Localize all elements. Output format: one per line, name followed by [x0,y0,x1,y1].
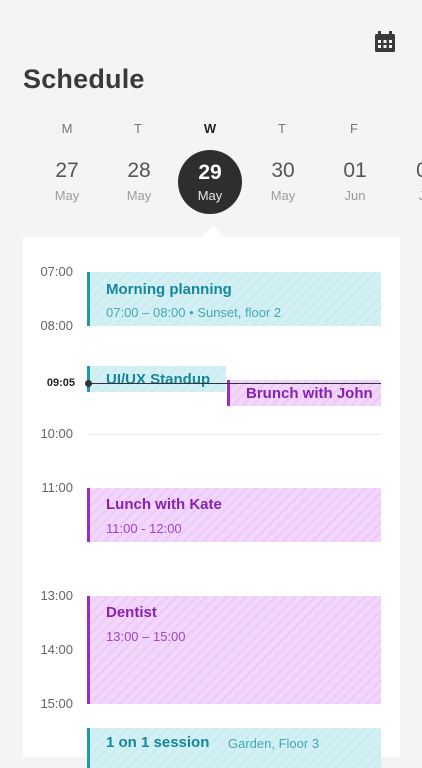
day-number: 29 [198,161,222,184]
weekday-label: M [61,121,73,136]
event-title: 1 on 1 session [106,734,210,751]
event-title: Lunch with Kate [106,496,222,513]
hour-divider [89,434,381,435]
current-time-dot [85,380,92,387]
hour-label: 10:00 [40,426,73,441]
day-item[interactable]: 7 y [0,150,26,214]
hour-label: 14:00 [40,642,73,657]
hour-label: 11:00 [41,480,73,495]
hour-label: 07:00 [40,264,73,279]
event-title: Morning planning [106,281,232,298]
current-time-label: 09:05 [46,377,75,389]
day-month: y [0,188,26,203]
weekday-label: T [278,121,286,136]
event-title: Brunch with John [246,385,373,402]
day-month: May [197,188,223,203]
hour-label: 15:00 [40,696,73,711]
day-item[interactable]: 30 May [251,150,315,214]
day-number: 7 [0,159,26,183]
day-item[interactable]: 0 J [416,150,422,214]
day-number: 27 [55,159,79,182]
event-lunch-with-kate[interactable]: Lunch with Kate 11:00 - 12:00 [87,488,381,542]
day-month: J [418,188,422,203]
day-item[interactable]: 27 May [35,150,99,214]
event-uiux-standup[interactable]: UI/UX Standup [87,366,226,392]
event-subtitle: Garden, Floor 3 [228,736,320,751]
event-subtitle: 07:00 – 08:00 • Sunset, floor 2 [106,305,282,320]
hour-label: 08:00 [40,318,73,333]
hour-label: 13:00 [40,588,73,603]
event-subtitle: 13:00 – 15:00 [106,629,186,644]
event-title: Dentist [106,604,157,621]
day-month: Jun [344,188,366,203]
event-morning-planning[interactable]: Morning planning 07:00 – 08:00 • Sunset,… [87,272,381,326]
day-month: May [126,188,152,203]
calendar-button[interactable] [373,31,397,53]
weekday-label: T [134,121,142,136]
event-subtitle: 11:00 - 12:00 [106,521,182,536]
selection-pointer [202,226,224,237]
day-month: May [270,188,296,203]
event-dentist[interactable]: Dentist 13:00 – 15:00 [87,596,381,704]
event-title: UI/UX Standup [106,371,211,388]
page-title: Schedule [23,64,145,94]
event-1on1-session[interactable]: 1 on 1 session Garden, Floor 3 [87,728,381,768]
weekday-label-selected: W [203,121,217,136]
weekday-label: F [350,121,358,136]
day-month: May [54,188,80,203]
day-item[interactable]: 01 Jun [323,150,387,214]
day-number: 30 [271,159,295,182]
current-time-line [88,383,381,384]
day-number: 01 [343,159,367,182]
day-number: 28 [127,159,151,182]
calendar-icon [375,31,395,52]
day-item-selected[interactable]: 29 May [178,150,242,214]
day-number: 0 [402,159,422,183]
day-item[interactable]: 28 May [107,150,171,214]
